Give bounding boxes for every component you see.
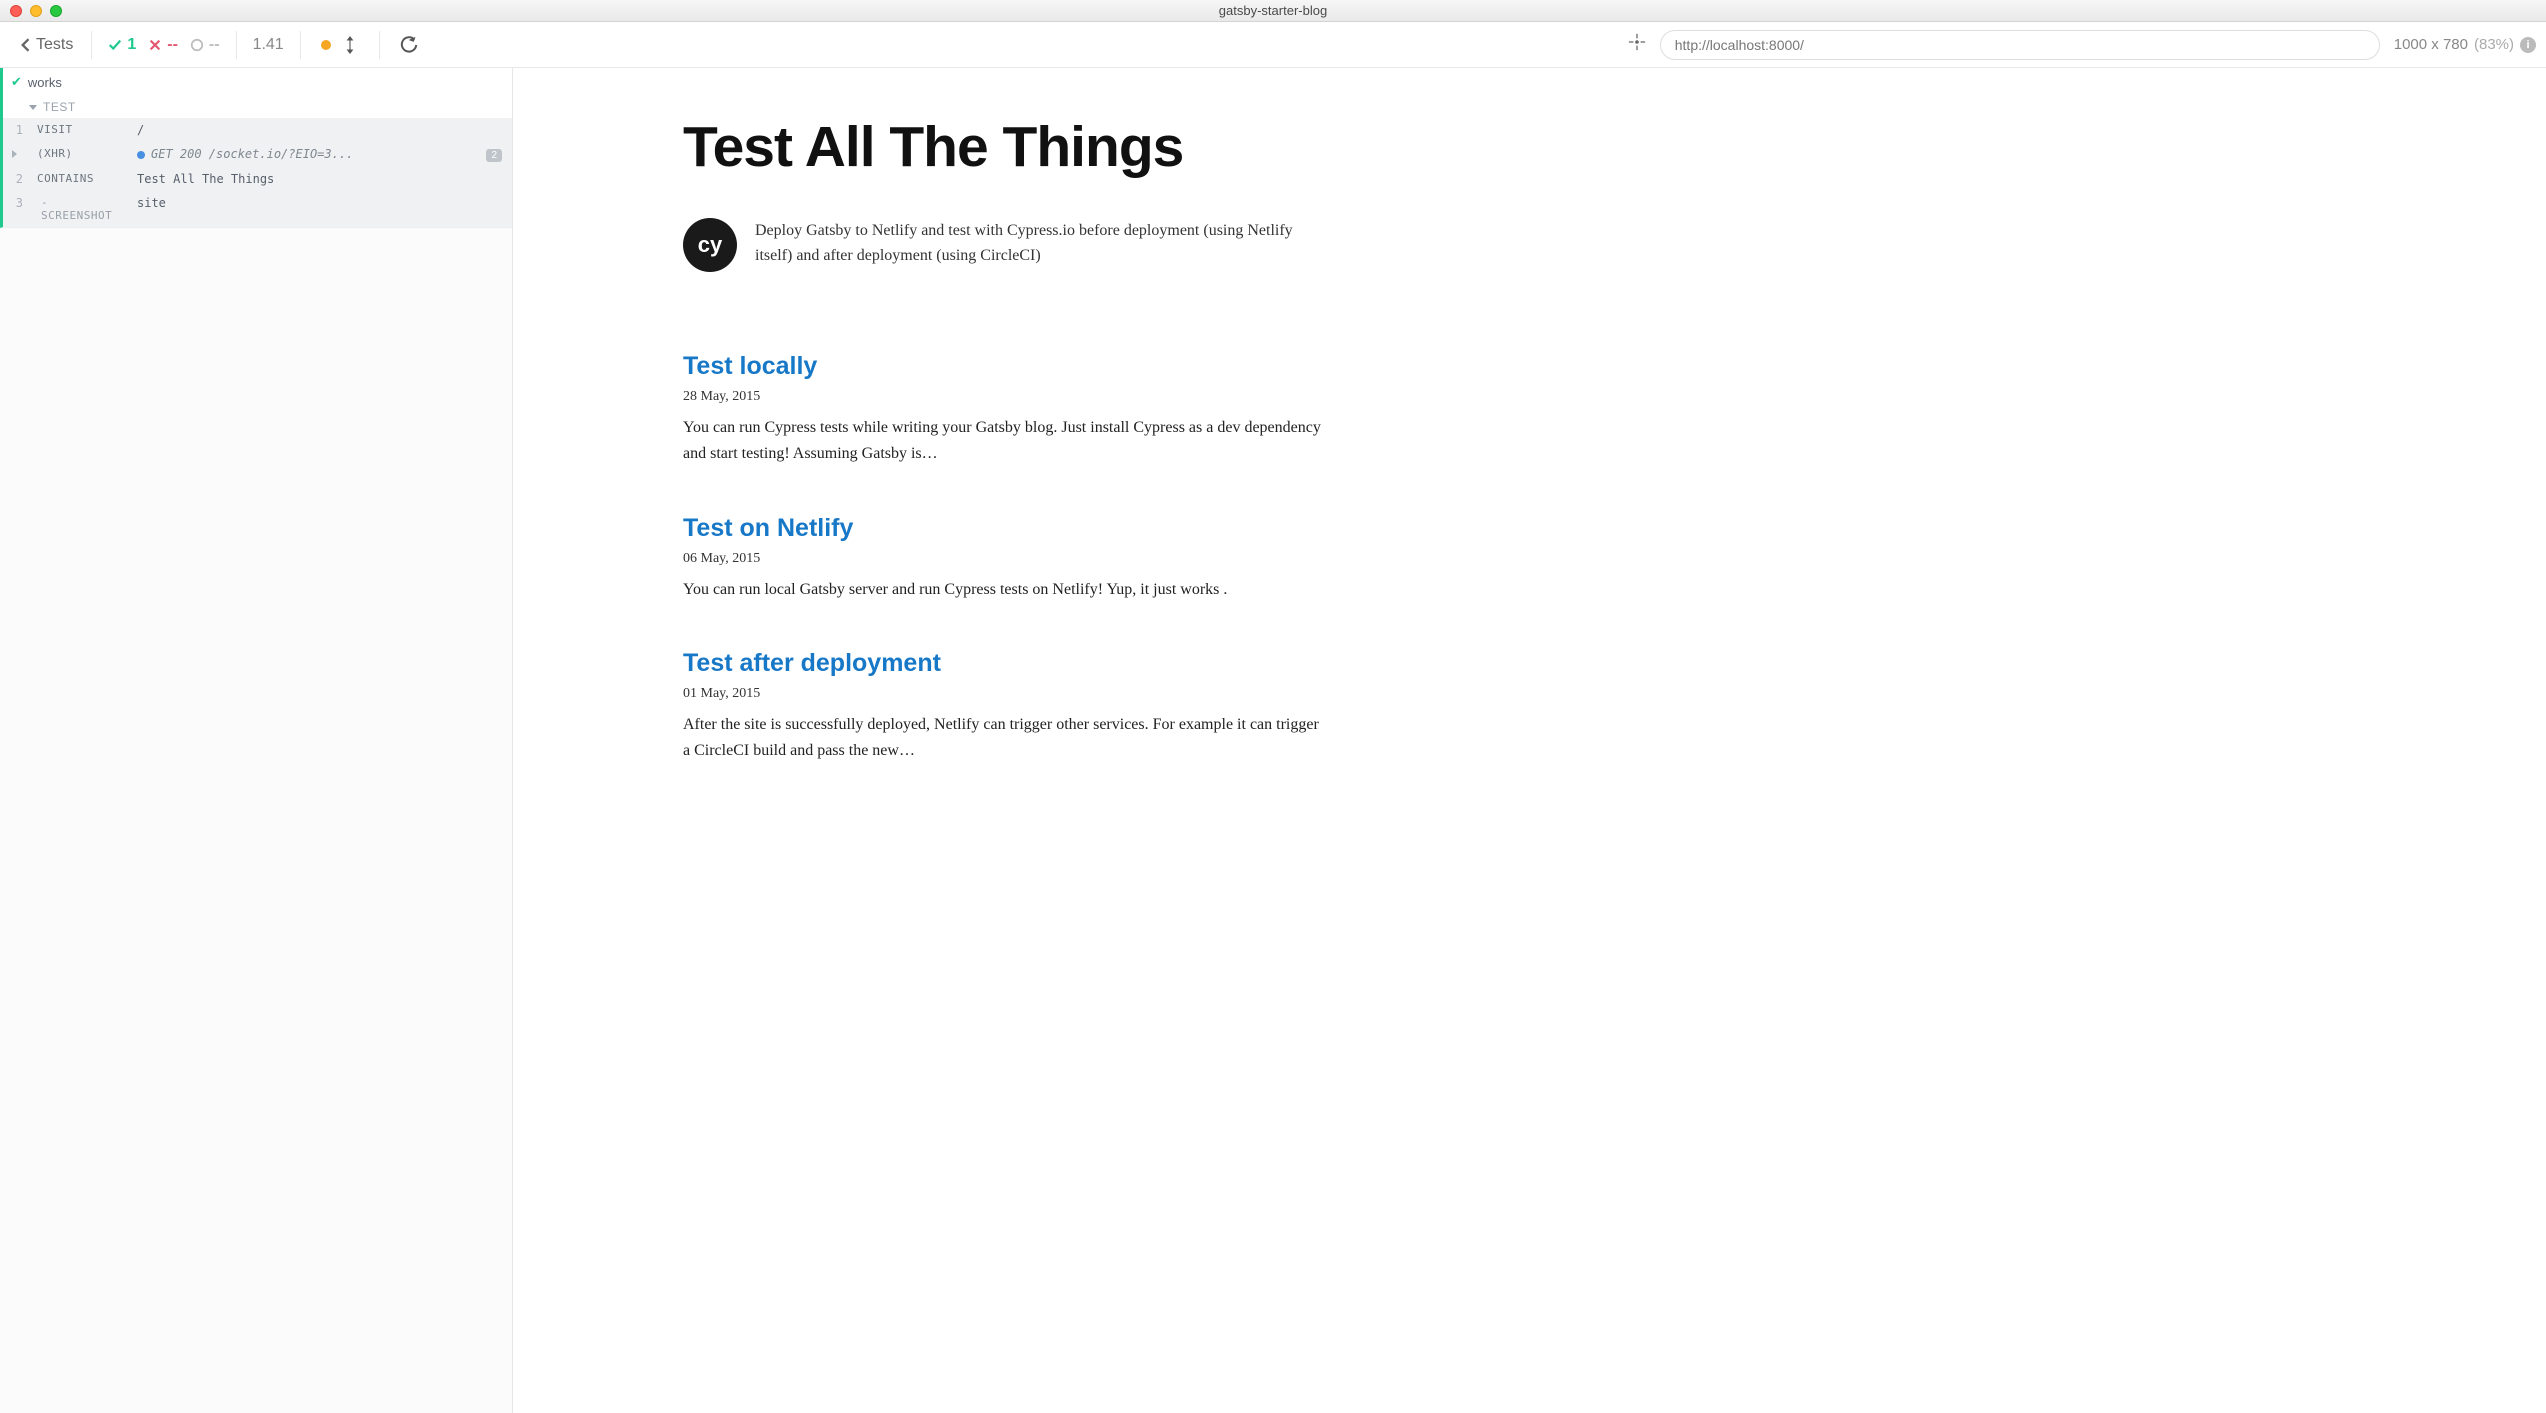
post-date: 28 May, 2015 xyxy=(683,389,1323,405)
back-to-tests-button[interactable]: Tests xyxy=(12,32,81,58)
window-title: gatsby-starter-blog xyxy=(0,3,2546,18)
post-date: 06 May, 2015 xyxy=(683,551,1323,567)
command-message: Test All The Things xyxy=(131,167,480,191)
test-status-icon: ✔ xyxy=(11,74,22,90)
failed-count: -- xyxy=(142,36,184,54)
hook-label[interactable]: TEST xyxy=(3,96,512,118)
back-label: Tests xyxy=(36,36,73,54)
command-number: 3 xyxy=(3,191,31,227)
vertical-arrows-icon xyxy=(343,36,357,54)
command-name: VISIT xyxy=(31,118,131,142)
x-icon xyxy=(148,38,162,52)
xhr-indicator-icon xyxy=(137,151,145,159)
command-row[interactable]: 2CONTAINSTest All The Things xyxy=(3,167,512,191)
command-row[interactable]: (XHR)GET 200 /socket.io/?EIO=3... 2 xyxy=(3,142,512,167)
command-log: ✔ works TEST 1VISIT/(XHR)GET 200 /socket… xyxy=(0,68,513,1413)
post-excerpt: You can run local Gatsby server and run … xyxy=(683,577,1323,603)
mac-titlebar: gatsby-starter-blog xyxy=(0,0,2546,22)
viewport-info[interactable]: 1000 x 780 (83%) i xyxy=(2394,36,2536,53)
chevron-left-icon xyxy=(20,38,30,52)
passed-count: 1 xyxy=(102,36,142,54)
command-row[interactable]: 1VISIT/ xyxy=(3,118,512,142)
test-block[interactable]: ✔ works TEST 1VISIT/(XHR)GET 200 /socket… xyxy=(0,68,512,228)
blog-post: Test on Netlify 06 May, 2015 You can run l… xyxy=(683,514,1323,603)
post-title-link[interactable]: Test after deployment xyxy=(683,649,1323,678)
command-message: GET 200 /socket.io/?EIO=3... xyxy=(131,142,480,167)
caret-right-icon xyxy=(12,150,17,158)
command-message: site xyxy=(131,191,480,227)
app-preview[interactable]: Test All The Things cy Deploy Gatsby to … xyxy=(513,68,2546,1413)
post-title-link[interactable]: Test on Netlify xyxy=(683,514,1323,543)
runner-header: Tests 1 -- -- 1.41 xyxy=(0,22,2546,68)
avatar: cy xyxy=(683,218,737,272)
bio-text: Deploy Gatsby to Netlify and test with C… xyxy=(755,218,1323,269)
command-number xyxy=(3,142,31,167)
test-name: works xyxy=(28,75,62,90)
post-date: 01 May, 2015 xyxy=(683,686,1323,702)
post-excerpt: After the site is successfully deployed,… xyxy=(683,712,1323,765)
command-row[interactable]: 3- SCREENSHOTsite xyxy=(3,191,512,227)
crosshair-icon xyxy=(1628,33,1646,51)
command-name: - SCREENSHOT xyxy=(31,191,131,227)
selector-playground-button[interactable] xyxy=(1618,33,1656,56)
auto-scroll-toggle[interactable] xyxy=(341,36,359,54)
command-number: 2 xyxy=(3,167,31,191)
command-number: 1 xyxy=(3,118,31,142)
route-count-badge: 2 xyxy=(486,149,502,162)
circle-icon xyxy=(190,38,204,52)
info-icon: i xyxy=(2520,37,2536,53)
check-icon xyxy=(108,38,122,52)
post-excerpt: You can run Cypress tests while writing … xyxy=(683,415,1323,468)
blog-post: Test after deployment 01 May, 2015 After t… xyxy=(683,649,1323,765)
bio: cy Deploy Gatsby to Netlify and test wit… xyxy=(683,218,1323,272)
duration: 1.41 xyxy=(247,36,290,54)
command-name: (XHR) xyxy=(31,142,131,167)
command-name: CONTAINS xyxy=(31,167,131,191)
url-display[interactable]: http://localhost:8000/ xyxy=(1660,30,2380,60)
pending-count: -- xyxy=(184,36,226,54)
command-message: / xyxy=(131,118,480,142)
post-title-link[interactable]: Test locally xyxy=(683,352,1323,381)
restart-button[interactable] xyxy=(400,36,418,54)
blog-title: Test All The Things xyxy=(683,118,1323,178)
auto-scroll-indicator xyxy=(321,40,331,50)
blog-post: Test locally 28 May, 2015 You can run Cypr… xyxy=(683,352,1323,468)
caret-down-icon xyxy=(29,105,37,110)
refresh-icon xyxy=(400,36,418,54)
